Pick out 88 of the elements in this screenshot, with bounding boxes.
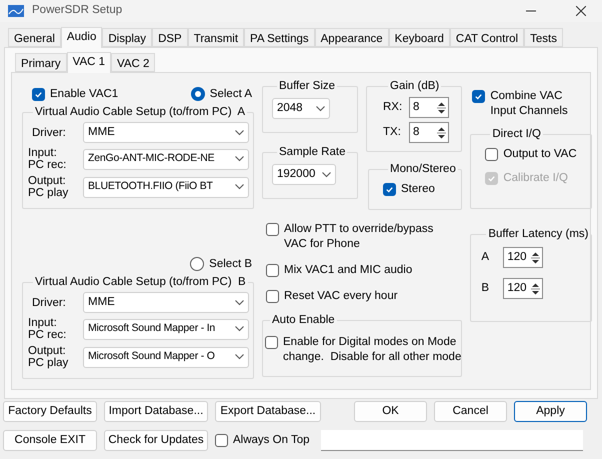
- button[interactable]: Check for Updates: [104, 430, 208, 451]
- tab[interactable]: CAT Control: [450, 28, 524, 47]
- checkbox[interactable]: Always On Top: [215, 433, 310, 448]
- dropdown[interactable]: 2048: [272, 98, 330, 119]
- checkbox[interactable]: Enable VAC1: [32, 87, 118, 102]
- tab[interactable]: General: [8, 28, 61, 47]
- close-icon[interactable]: [576, 6, 586, 16]
- group-title: Direct I/Q: [491, 127, 542, 141]
- radio-label: Select B: [209, 256, 252, 272]
- checkbox[interactable]: Reset VAC every hour: [266, 289, 462, 304]
- field-label: Driver:: [31, 296, 67, 308]
- field-label: Driver:: [31, 126, 67, 138]
- group-title: Gain (dB): [389, 79, 440, 93]
- dropdown[interactable]: MME: [83, 122, 249, 143]
- tab[interactable]: Appearance: [314, 28, 389, 47]
- checkbox-label: Output to VAC: [503, 147, 577, 162]
- checkbox[interactable]: Combine VAC Input Channels: [470, 89, 592, 119]
- spin-field[interactable]: 120: [503, 278, 544, 299]
- checkbox[interactable]: Output to VAC: [485, 147, 590, 162]
- button[interactable]: Factory Defaults: [3, 401, 97, 422]
- field-label: Input: PC rec:: [28, 317, 68, 341]
- button[interactable]: Cancel: [434, 401, 507, 422]
- dropdown[interactable]: Microsoft Sound Mapper - O: [83, 346, 249, 368]
- radio-label: Select A: [210, 86, 252, 102]
- chevron-icon: [235, 354, 244, 360]
- checkbox-label: Always On Top: [233, 433, 310, 448]
- checkbox[interactable]: Stereo: [383, 182, 461, 197]
- group-title: Virtual Audio Cable Setup (to/from PC) B: [34, 275, 247, 289]
- dropdown[interactable]: Microsoft Sound Mapper - In: [83, 318, 249, 340]
- tab[interactable]: Transmit: [188, 28, 244, 47]
- tab[interactable]: Audio: [60, 27, 102, 48]
- tab[interactable]: PA Settings: [244, 28, 315, 47]
- chevron-icon: [235, 130, 244, 136]
- group-title: Auto Enable: [271, 313, 336, 327]
- checkbox[interactable]: Mix VAC1 and MIC audio: [266, 263, 462, 278]
- chevron-icon: [322, 172, 331, 178]
- field-label: Input: PC rec:: [28, 147, 68, 171]
- chevron-icon: [235, 184, 244, 190]
- button[interactable]: Console EXIT: [3, 430, 97, 451]
- tab[interactable]: VAC 1: [66, 52, 112, 73]
- checkbox-label: Calibrate I/Q: [503, 171, 568, 186]
- dropdown[interactable]: ZenGo-ANT-MIC-RODE-NE: [83, 148, 249, 170]
- checkbox-label: Reset VAC every hour: [284, 289, 398, 304]
- group-title: Mono/Stereo: [389, 162, 457, 176]
- group-title: Buffer Size: [278, 79, 336, 93]
- radio-button[interactable]: Select A: [190, 86, 252, 103]
- chevron-icon: [235, 326, 244, 332]
- spin-field[interactable]: 120: [503, 247, 544, 268]
- tab[interactable]: Tests: [524, 28, 563, 47]
- tab[interactable]: DSP: [152, 28, 188, 47]
- tab[interactable]: Display: [102, 28, 152, 47]
- dropdown[interactable]: MME: [83, 292, 249, 313]
- latency-label: B: [481, 280, 490, 296]
- button[interactable]: OK: [354, 401, 427, 422]
- field-label: Output: PC play: [28, 345, 70, 369]
- checkbox[interactable]: Allow PTT to override/bypass VAC for Phone: [266, 222, 462, 252]
- checkbox-label: Combine VAC Input Channels: [490, 89, 568, 119]
- field-label: Output: PC play: [28, 175, 70, 199]
- dropdown[interactable]: 192000: [272, 164, 336, 185]
- spin-arrows-icon: [437, 126, 446, 140]
- checkbox-label: Allow PTT to override/bypass VAC for Phone: [284, 222, 434, 252]
- window-title: PowerSDR Setup: [32, 3, 122, 18]
- gain-label: TX:: [383, 124, 402, 140]
- group-title: Sample Rate: [278, 145, 346, 159]
- tab[interactable]: Keyboard: [388, 28, 450, 47]
- group-title: Virtual Audio Cable Setup (to/from PC) A: [34, 105, 246, 119]
- spin-field[interactable]: 8: [409, 122, 449, 143]
- chevron-icon: [316, 106, 325, 112]
- chevron-icon: [235, 156, 244, 162]
- spin-arrows-icon: [437, 100, 446, 114]
- spin-arrows-icon: [531, 282, 540, 296]
- spin-field[interactable]: 8: [409, 97, 449, 118]
- app-icon: [8, 5, 24, 17]
- group-title: Buffer Latency (ms): [487, 227, 590, 241]
- chevron-icon: [235, 300, 244, 306]
- spin-arrows-icon: [531, 250, 540, 264]
- checkbox-label: Mix VAC1 and MIC audio: [284, 263, 412, 278]
- button[interactable]: Export Database...: [215, 401, 321, 422]
- checkbox-label: Enable VAC1: [50, 87, 118, 102]
- latency-label: A: [481, 250, 490, 265]
- button[interactable]: Import Database...: [104, 401, 208, 422]
- radio-button[interactable]: Select B: [190, 256, 252, 273]
- tab[interactable]: VAC 2: [111, 53, 156, 72]
- dropdown[interactable]: BLUETOOTH.FIIO (FiiO BT: [83, 176, 249, 198]
- checkbox-label: Stereo: [401, 182, 435, 197]
- tab[interactable]: Primary: [15, 53, 67, 72]
- button[interactable]: Apply: [514, 401, 587, 422]
- gain-label: RX:: [383, 100, 403, 115]
